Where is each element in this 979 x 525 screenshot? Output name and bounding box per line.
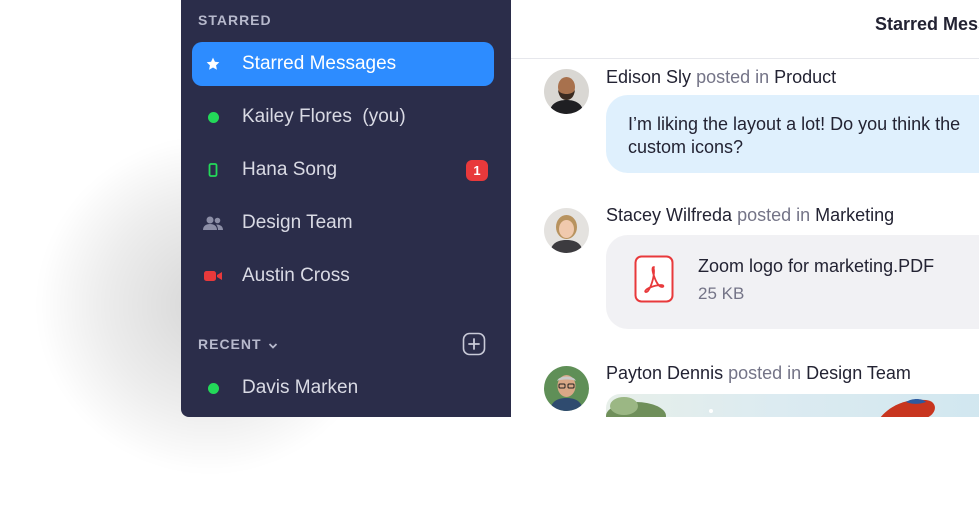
avatar-payton-dennis[interactable] (544, 366, 589, 411)
video-camera-icon (192, 269, 234, 283)
file-size: 25 KB (698, 284, 745, 303)
sidebar-item-davis-marken[interactable]: Davis Marken (192, 366, 494, 410)
recent-section-heading[interactable]: RECENT (198, 336, 278, 353)
sidebar-item-label: Austin Cross (242, 265, 350, 286)
posted-in-text: posted in (696, 67, 770, 87)
file-name: Zoom logo for marketing.PDF (698, 256, 935, 276)
pdf-file-icon (634, 255, 674, 303)
sidebar-item-kailey-flores[interactable]: Kailey Flores (you) (192, 95, 494, 139)
sidebar-item-starred-messages[interactable]: Starred Messages (192, 42, 494, 86)
post-author[interactable]: Payton Dennis (606, 363, 723, 383)
sidebar-item-label: Starred Messages (242, 53, 397, 74)
sidebar-item-design-team[interactable]: Design Team (192, 201, 494, 245)
post-channel[interactable]: Design Team (806, 363, 911, 383)
sidebar-item-label: Hana Song (242, 159, 338, 180)
group-icon (192, 215, 234, 231)
message-panel: Starred Messages Edison Sly posted in Pr… (511, 0, 979, 417)
post-author[interactable]: Edison Sly (606, 67, 691, 87)
post-header: Stacey Wilfreda posted in Marketing (606, 205, 894, 226)
chevron-down-icon (268, 337, 278, 353)
file-attachment[interactable]: Zoom logo for marketing.PDF 25 KB (606, 235, 979, 329)
panel-header: Starred Messages (511, 0, 979, 59)
recent-heading-label: RECENT (198, 336, 262, 352)
sidebar: STARRED Starred Messages Kailey Flores (… (181, 0, 511, 417)
posted-in-text: posted in (737, 205, 811, 225)
sidebar-item-label: Davis Marken (242, 377, 359, 398)
post-author[interactable]: Stacey Wilfreda (606, 205, 732, 225)
app-screenshot: STARRED Starred Messages Kailey Flores (… (0, 0, 979, 525)
online-dot-icon (192, 382, 234, 394)
post-header: Payton Dennis posted in Design Team (606, 363, 911, 384)
post-channel[interactable]: Marketing (815, 205, 894, 225)
sidebar-item-label: Kailey Flores (you) (242, 106, 406, 127)
mobile-icon (192, 163, 234, 177)
star-icon (192, 56, 234, 72)
image-attachment[interactable] (606, 394, 979, 417)
starred-section-heading: STARRED (198, 12, 272, 28)
sidebar-item-hana-song[interactable]: Hana Song 1 (192, 148, 494, 192)
avatar-stacey-wilfreda[interactable] (544, 208, 589, 253)
unread-badge: 1 (466, 160, 488, 181)
posted-in-text: posted in (728, 363, 802, 383)
add-contact-icon[interactable] (462, 332, 486, 356)
avatar-edison-sly[interactable] (544, 69, 589, 114)
post-channel[interactable]: Product (774, 67, 836, 87)
chat-window: STARRED Starred Messages Kailey Flores (… (181, 0, 979, 417)
message-bubble[interactable]: I’m liking the layout a lot! Do you thin… (606, 95, 979, 173)
sidebar-item-label: Design Team (242, 212, 353, 233)
sidebar-item-austin-cross[interactable]: Austin Cross (192, 254, 494, 298)
post-header: Edison Sly posted in Product (606, 67, 836, 88)
online-dot-icon (192, 111, 234, 123)
page-title: Starred Messages (875, 14, 979, 34)
